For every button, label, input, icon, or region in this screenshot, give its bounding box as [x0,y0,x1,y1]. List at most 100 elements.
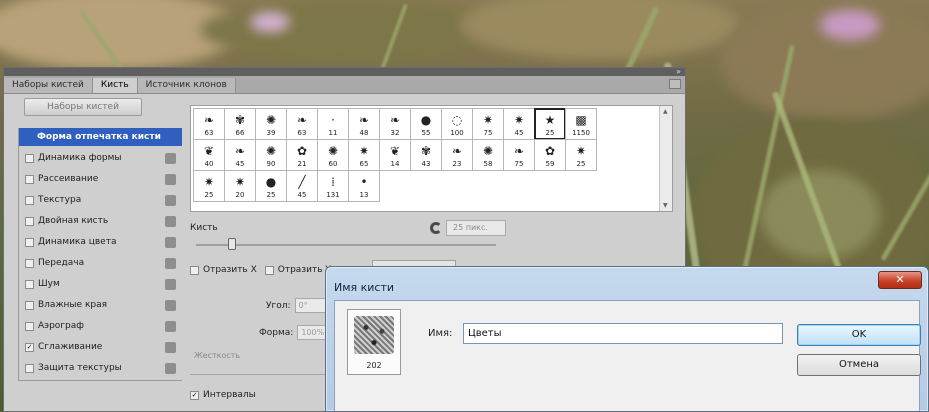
brush-tip-size: 45 [297,191,307,199]
reset-size-icon[interactable] [430,222,442,234]
brush-option-item[interactable]: Текстура [19,191,182,209]
lock-icon[interactable] [165,153,176,164]
brush-tip-cell[interactable]: ✺ 90 [255,139,287,171]
brush-option-item[interactable]: Влажные края [19,296,182,314]
brush-tip-cell[interactable]: ✷ 20 [224,170,256,202]
brush-tip-cell[interactable]: ❧ 75 [503,139,535,171]
brush-option-item[interactable]: Шум [19,275,182,293]
name-input[interactable] [463,323,783,344]
brush-tip-cell[interactable]: ❧ 48 [348,108,380,140]
brush-tip-icon: ✷ [203,175,215,189]
brush-tip-cell[interactable]: ❦ 40 [193,139,225,171]
brush-option-checkbox[interactable] [25,237,34,247]
close-button[interactable]: ✕ [878,271,922,289]
brush-tip-cell[interactable]: • 13 [348,170,380,202]
brush-option-checkbox[interactable] [25,279,34,289]
brush-tip-size: 75 [483,129,493,137]
brush-tip-icon: ❧ [451,144,463,158]
brush-tip-cell[interactable]: ⁞ 131 [317,170,349,202]
brush-tip-icon: ✷ [358,144,370,158]
brush-tip-cell[interactable]: ╱ 45 [286,170,318,202]
brush-tip-cell[interactable]: ● 25 [255,170,287,202]
panel-topbar: » [4,67,685,76]
size-slider-knob[interactable] [228,238,236,250]
brush-option-item[interactable]: Защита текстуры [19,359,182,377]
lock-icon[interactable] [165,342,176,353]
brush-tip-icon: ◌ [451,113,463,127]
lock-icon[interactable] [165,321,176,332]
lock-icon[interactable] [165,237,176,248]
brush-tip-cell[interactable]: ❧ 63 [193,108,225,140]
lock-icon[interactable] [165,216,176,227]
tab-brush[interactable]: Кисть [92,78,138,93]
brush-option-item[interactable]: Двойная кисть [19,212,182,230]
brush-tip-cell[interactable]: ✿ 21 [286,139,318,171]
flip-y-label: Отразить Y [277,265,331,275]
brush-option-checkbox[interactable] [25,300,34,310]
brush-option-checkbox[interactable] [25,258,34,268]
brush-tip-cell[interactable]: · 11 [317,108,349,140]
brush-tip-cell[interactable]: ✺ 39 [255,108,287,140]
lock-icon[interactable] [165,195,176,206]
brush-tip-cell[interactable]: ❦ 14 [379,139,411,171]
spacing-checkbox[interactable]: ✓ [190,390,199,400]
size-input[interactable]: 25 пикс. [446,220,506,236]
cancel-button[interactable]: Отмена [797,354,921,376]
brush-tip-cell[interactable]: ❧ 32 [379,108,411,140]
brush-option-checkbox[interactable] [25,363,34,373]
brush-tip-cell[interactable]: ❧ 63 [286,108,318,140]
brush-tip-cell[interactable]: ● 55 [410,108,442,140]
brush-tip-cell[interactable]: ★ 25 [534,108,566,140]
brush-tip-cell[interactable]: ❧ 45 [224,139,256,171]
brush-option-item[interactable]: Динамика формы [19,149,182,167]
brush-tip-cell[interactable]: ✿ 59 [534,139,566,171]
brush-tip-cell[interactable]: ✷ 65 [348,139,380,171]
brush-tip-cell[interactable]: ✷ 45 [503,108,535,140]
flip-x-checkbox[interactable] [190,265,199,275]
grid-scrollbar[interactable]: ▲ ▼ [659,106,672,211]
brush-option-item[interactable]: Аэрограф [19,317,182,335]
brush-tip-size: 25 [266,191,276,199]
tab-brush-presets[interactable]: Наборы кистей [4,78,93,93]
scroll-down-icon[interactable]: ▼ [663,202,668,209]
lock-icon[interactable] [165,174,176,185]
brush-option-item[interactable]: Форма отпечатка кисти [19,128,182,146]
scroll-up-icon[interactable]: ▲ [663,108,668,115]
brush-tip-cell[interactable]: ✷ 25 [193,170,225,202]
size-slider[interactable] [196,238,496,250]
dialog-titlebar[interactable]: Имя кисти ✕ [326,267,928,300]
brush-option-item[interactable]: Динамика цвета [19,233,182,251]
lock-icon[interactable] [165,258,176,269]
brush-option-item[interactable]: Рассеивание [19,170,182,188]
hardness-label: Жесткость [194,351,241,360]
tab-clone-source[interactable]: Источник клонов [137,78,236,93]
panel-menu-icon[interactable] [669,79,681,89]
lock-icon[interactable] [165,279,176,290]
brush-tip-cell[interactable]: ❧ 23 [441,139,473,171]
brush-presets-button[interactable]: Наборы кистей [24,98,142,116]
ok-button[interactable]: OK [797,324,921,346]
brush-option-checkbox[interactable] [25,195,34,205]
lock-icon[interactable] [165,300,176,311]
brush-tip-cell[interactable]: ✺ 58 [472,139,504,171]
brush-option-checkbox[interactable] [25,321,34,331]
brush-tip-cell[interactable]: ✺ 60 [317,139,349,171]
flip-y-checkbox[interactable] [264,265,274,275]
brush-tip-cell[interactable]: ✾ 66 [224,108,256,140]
lock-icon[interactable] [165,363,176,374]
brush-tip-cell[interactable]: ✷ 75 [472,108,504,140]
brush-option-checkbox[interactable] [25,153,34,163]
brush-tip-cell[interactable]: ✷ 25 [565,139,597,171]
brush-option-checkbox[interactable]: ✓ [25,342,34,352]
brush-tip-cell[interactable]: ◌ 100 [441,108,473,140]
collapse-icon[interactable]: » [676,67,681,76]
brush-tip-cell[interactable]: ✾ 43 [410,139,442,171]
brush-option-checkbox[interactable] [25,174,34,184]
brush-option-item[interactable]: ✓ Сглаживание [19,338,182,356]
brush-tip-size: 39 [266,129,276,137]
brush-tip-cell[interactable]: ▩ 1150 [565,108,597,140]
brush-option-checkbox[interactable] [25,216,34,226]
brush-tip-icon: ❧ [203,113,215,127]
brush-option-item[interactable]: Передача [19,254,182,272]
brush-tip-icon: ❧ [358,113,370,127]
